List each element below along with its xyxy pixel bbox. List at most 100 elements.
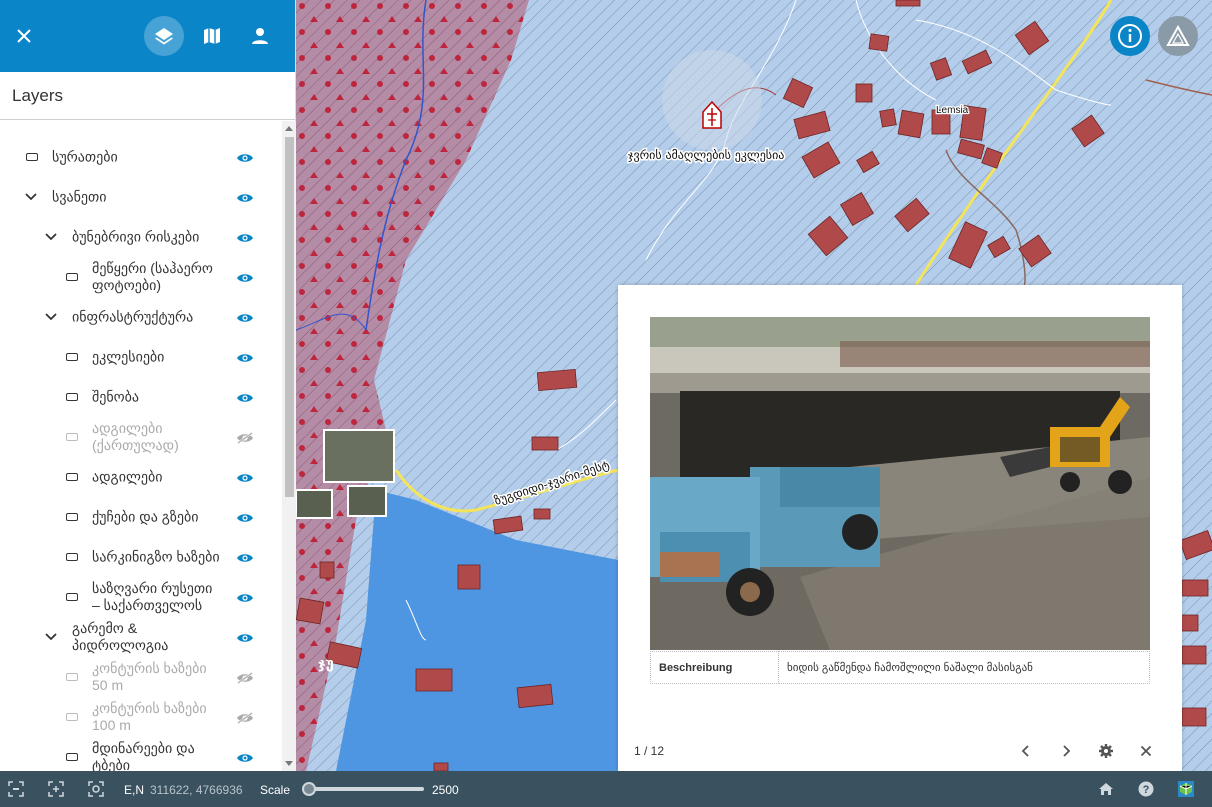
- layer-label[interactable]: კონტურის ხაზები 50 m: [92, 660, 222, 694]
- place-label: Lemsia: [936, 105, 969, 116]
- layer-label[interactable]: სვანეთი: [52, 189, 222, 206]
- eye-icon[interactable]: [236, 311, 254, 323]
- popup-settings-button[interactable]: [1098, 743, 1114, 759]
- app-logo-icon[interactable]: [1178, 781, 1194, 797]
- layer-row[interactable]: ბუნებრივი რისკები: [0, 217, 282, 257]
- eye-icon[interactable]: [236, 271, 254, 283]
- layer-label[interactable]: ქუჩები და გზები: [92, 509, 222, 526]
- eye-off-icon[interactable]: [236, 431, 254, 444]
- chevron-down-icon[interactable]: [44, 630, 58, 644]
- layer-row[interactable]: ადგილები: [0, 457, 282, 497]
- layer-type-icon: [66, 753, 78, 761]
- layer-tree-scrollbar[interactable]: [282, 121, 296, 771]
- layer-label[interactable]: საზღვარი რუსეთი – საქართველოს: [92, 580, 222, 614]
- layer-label[interactable]: სურათები: [52, 149, 222, 166]
- sidebar-title: Layers: [0, 72, 295, 120]
- eye-icon[interactable]: [236, 191, 254, 203]
- locate-icon[interactable]: [88, 781, 104, 797]
- layer-type-icon: [26, 153, 38, 161]
- close-icon: [1140, 745, 1152, 757]
- user-tab-button[interactable]: [240, 16, 280, 56]
- eye-icon[interactable]: [236, 751, 254, 763]
- layer-row[interactable]: სვანეთი: [0, 177, 282, 217]
- eye-off-icon[interactable]: [236, 711, 254, 724]
- layer-tree: სურათები სვანეთი ბუნებრივი რისკები მეწყერი …: [0, 121, 282, 771]
- scroll-down-icon[interactable]: [285, 761, 293, 766]
- eye-icon[interactable]: [236, 151, 254, 163]
- layer-label[interactable]: ადგილები: [92, 469, 222, 486]
- layer-label[interactable]: ადგილები (ქართულად): [92, 420, 222, 454]
- map-icon: [204, 28, 220, 44]
- coordinate-label: E,N: [124, 783, 145, 797]
- layer-label[interactable]: კონტურის ხაზები 100 m: [92, 700, 222, 734]
- chevron-down-icon[interactable]: [24, 190, 38, 204]
- layer-row[interactable]: მეწყერი (საჰაერო ფოტოები): [0, 257, 282, 297]
- chevron-left-icon: [1021, 745, 1029, 757]
- layer-row[interactable]: სურათები: [0, 137, 282, 177]
- eye-icon[interactable]: [236, 551, 254, 563]
- attribute-table: Beschreibung ხიდის გაწმენდა ჩამოშლილი ნა…: [650, 651, 1150, 684]
- chevron-down-icon[interactable]: [44, 230, 58, 244]
- layer-row[interactable]: ქუჩები და გზები: [0, 497, 282, 537]
- layer-row[interactable]: ინფრასტრუქტურა: [0, 297, 282, 337]
- church-marker-icon[interactable]: [662, 50, 762, 150]
- eye-icon[interactable]: [236, 511, 254, 523]
- church-label: ჯვრის ამაღლების ეკლესია: [628, 148, 784, 162]
- chevron-down-icon[interactable]: [44, 310, 58, 324]
- scale-slider[interactable]: [302, 782, 424, 796]
- partial-place-label: ჯუ: [318, 656, 334, 672]
- info-icon: [1118, 24, 1142, 48]
- scroll-thumb[interactable]: [285, 137, 294, 497]
- layer-row[interactable]: სარკინიგზო ხაზები: [0, 537, 282, 577]
- layers-tab-button[interactable]: [144, 16, 184, 56]
- layer-row[interactable]: საზღვარი რუსეთი – საქართველოს: [0, 577, 282, 617]
- layer-label[interactable]: სარკინიგზო ხაზები: [92, 549, 222, 566]
- eye-icon[interactable]: [236, 231, 254, 243]
- scroll-up-icon[interactable]: [285, 126, 293, 131]
- layer-label[interactable]: გარემო & პიდროლოგია: [72, 620, 222, 654]
- eye-icon[interactable]: [236, 391, 254, 403]
- scale-value: 2500: [432, 783, 459, 797]
- info-button[interactable]: [1110, 16, 1150, 56]
- layer-type-icon: [66, 393, 78, 401]
- zoom-in-area-icon[interactable]: [48, 781, 64, 797]
- help-icon[interactable]: ?: [1138, 781, 1154, 797]
- layer-label[interactable]: შენობა: [92, 389, 222, 406]
- layer-type-icon: [66, 473, 78, 481]
- svg-text:?: ?: [1143, 784, 1150, 796]
- zoom-extent-icon[interactable]: [8, 781, 24, 797]
- measure-button[interactable]: [1158, 16, 1198, 56]
- eye-icon[interactable]: [236, 471, 254, 483]
- triangle-measure-icon: [1166, 25, 1190, 46]
- layer-row[interactable]: მდინარეები და ტბები: [0, 737, 282, 771]
- basemap-tab-button[interactable]: [192, 16, 232, 56]
- layer-label[interactable]: ინფრასტრუქტურა: [72, 309, 222, 326]
- eye-icon[interactable]: [236, 631, 254, 643]
- layer-row[interactable]: კონტურის ხაზები 50 m: [0, 657, 282, 697]
- gear-icon: [1099, 744, 1113, 758]
- next-button[interactable]: [1058, 743, 1074, 759]
- layer-label[interactable]: მეწყერი (საჰაერო ფოტოები): [92, 260, 222, 294]
- layer-label[interactable]: ეკლესიები: [92, 349, 222, 366]
- layers-icon: [155, 28, 173, 45]
- layer-type-icon: [66, 593, 78, 601]
- layer-type-icon: [66, 713, 78, 721]
- close-sidebar-button[interactable]: [4, 16, 44, 56]
- scale-slider-thumb[interactable]: [302, 782, 316, 796]
- sidebar-header: [0, 0, 295, 72]
- layer-row[interactable]: კონტურის ხაზები 100 m: [0, 697, 282, 737]
- layer-row[interactable]: ეკლესიები: [0, 337, 282, 377]
- popup-close-button[interactable]: [1138, 743, 1154, 759]
- attribute-value: ხიდის გაწმენდა ჩამოშლილი ნაშალი მასისგან: [778, 651, 1150, 684]
- home-icon[interactable]: [1098, 781, 1114, 797]
- layer-row[interactable]: გარემო & პიდროლოგია: [0, 617, 282, 657]
- layer-type-icon: [66, 673, 78, 681]
- layer-row[interactable]: ადგილები (ქართულად): [0, 417, 282, 457]
- layer-label[interactable]: ბუნებრივი რისკები: [72, 229, 222, 246]
- previous-button[interactable]: [1018, 743, 1034, 759]
- layer-row[interactable]: შენობა: [0, 377, 282, 417]
- layer-label[interactable]: მდინარეები და ტბები: [92, 740, 222, 771]
- eye-icon[interactable]: [236, 351, 254, 363]
- eye-icon[interactable]: [236, 591, 254, 603]
- eye-off-icon[interactable]: [236, 671, 254, 684]
